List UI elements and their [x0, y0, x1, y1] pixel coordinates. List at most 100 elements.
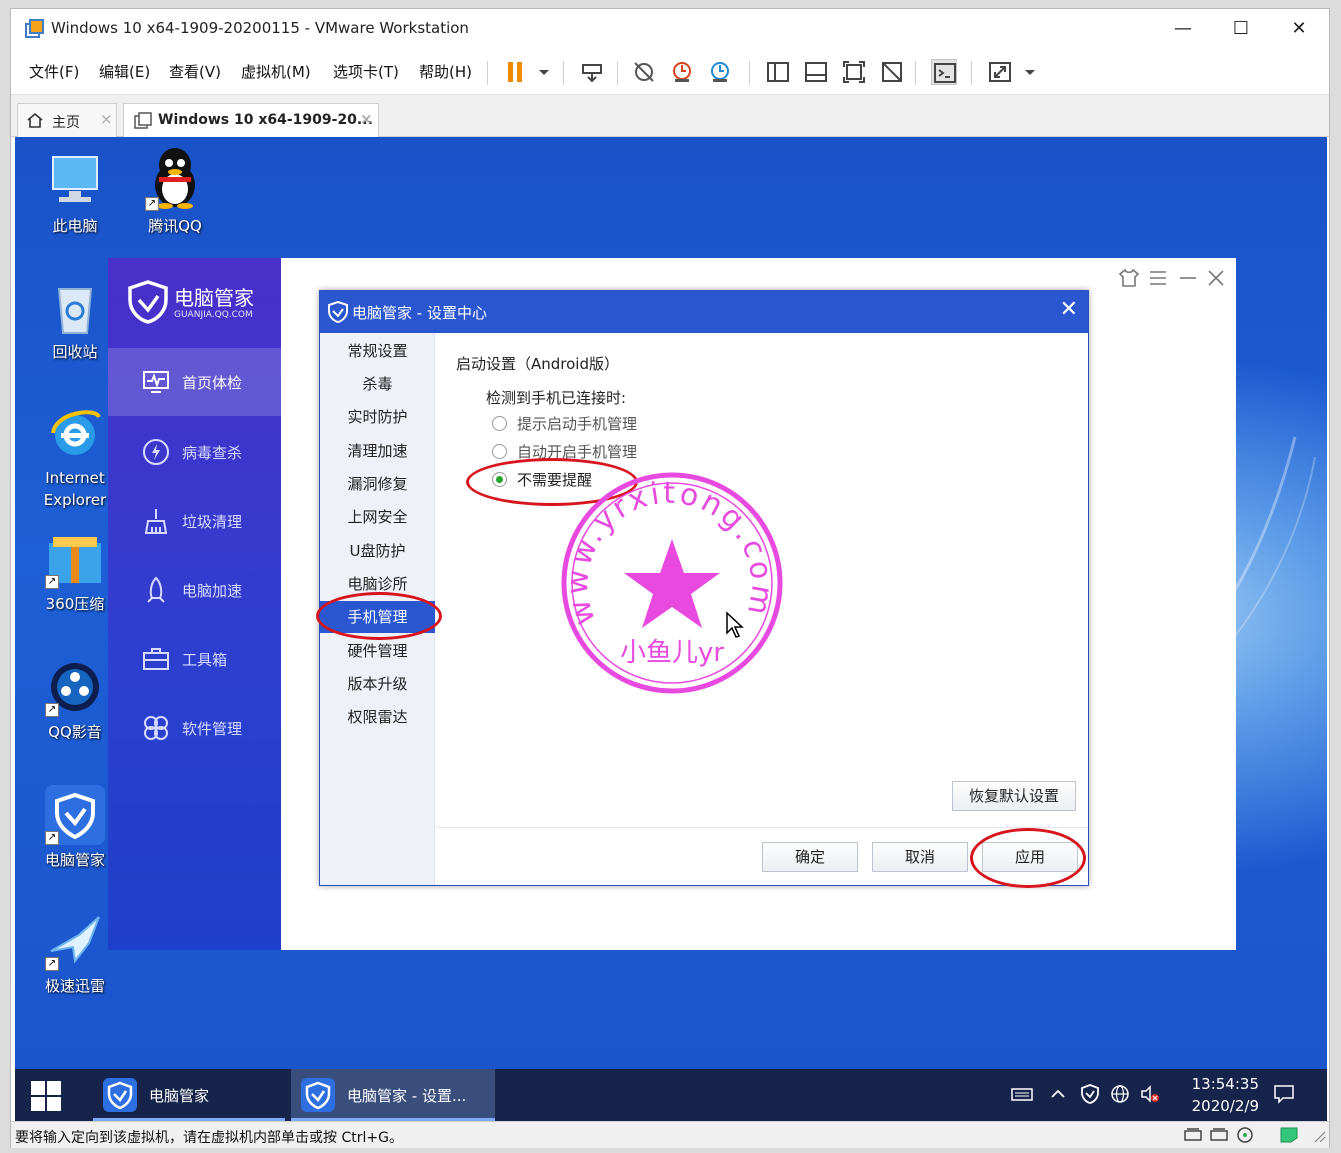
unity-off-icon[interactable]	[879, 59, 905, 85]
thumbnail-bar-icon[interactable]	[803, 59, 829, 85]
library-icon[interactable]	[765, 59, 791, 85]
menu-icon[interactable]	[1148, 268, 1168, 293]
volume-muted-icon[interactable]	[1139, 1083, 1161, 1105]
menu-tabs[interactable]: 选项卡(T)	[333, 61, 399, 82]
clock[interactable]: 13:54:35 2020/2/9	[1192, 1073, 1259, 1117]
minimize-button[interactable]: —	[1163, 15, 1203, 43]
radio-circle[interactable]	[492, 416, 507, 431]
dialog-nav-usb[interactable]: U盘防护	[320, 535, 435, 567]
full-screen-icon[interactable]	[841, 59, 867, 85]
skin-icon[interactable]	[1118, 268, 1140, 293]
vmware-icon	[25, 19, 45, 39]
snapshot-manager-icon[interactable]	[707, 59, 733, 85]
console-view-icon[interactable]	[931, 59, 957, 85]
menu-view[interactable]: 查看(V)	[169, 61, 221, 82]
pc-manager-logo: 电脑管家 GUANJIA.QQ.COM	[128, 280, 278, 330]
divider	[971, 61, 972, 85]
radio-label: 提示启动手机管理	[517, 415, 638, 433]
dialog-nav-realtime[interactable]: 实时防护	[320, 401, 435, 433]
shortcut-arrow-icon: ↗	[45, 703, 59, 717]
tab-close-icon[interactable]: ×	[100, 110, 113, 128]
dialog-title-bar: 电脑管家 - 设置中心 ✕	[320, 291, 1088, 333]
dialog-nav-web-security[interactable]: 上网安全	[320, 501, 435, 533]
hard-disk-icon[interactable]	[1209, 1126, 1229, 1144]
maximize-button[interactable]: ☐	[1221, 15, 1261, 43]
tab-home[interactable]: 主页 ×	[17, 103, 117, 137]
tab-vm[interactable]: Windows 10 x64-1909-20... ×	[123, 103, 379, 137]
menu-edit[interactable]: 编辑(E)	[99, 61, 150, 82]
status-bar: 要将输入定向到该虚拟机，请在虚拟机内部单击或按 Ctrl+G。	[11, 1121, 1329, 1148]
nav-software[interactable]: 软件管理	[108, 694, 281, 762]
close-icon[interactable]	[1206, 268, 1226, 293]
shortcut-arrow-icon: ↗	[45, 831, 59, 845]
resize-grip-icon[interactable]	[1307, 1126, 1327, 1144]
dialog-nav-patches[interactable]: 漏洞修复	[320, 468, 435, 500]
radio-prompt-launch[interactable]: 提示启动手机管理	[492, 413, 637, 434]
pc-manager-shield-icon	[301, 1078, 335, 1112]
pause-icon[interactable]	[503, 59, 529, 85]
notification-icon[interactable]	[1273, 1083, 1295, 1105]
snapshot-off-icon[interactable]	[631, 59, 657, 85]
divider	[563, 61, 564, 85]
tab-close-icon[interactable]: ×	[360, 110, 373, 128]
dialog-nav-cleanup[interactable]: 清理加速	[320, 435, 435, 467]
nav-speedup[interactable]: 电脑加速	[108, 556, 281, 624]
dialog-nav-permission[interactable]: 权限雷达	[320, 701, 435, 733]
keyboard-icon[interactable]	[1011, 1083, 1033, 1105]
network-globe-icon[interactable]	[1109, 1083, 1131, 1105]
desktop-icon-label: 腾讯QQ	[148, 217, 202, 235]
chevron-down-icon[interactable]	[1017, 59, 1043, 85]
stretch-icon[interactable]	[987, 59, 1013, 85]
section-subtitle: 检测到手机已连接时:	[486, 389, 627, 407]
chevron-up-icon[interactable]	[1047, 1083, 1069, 1105]
cd-drive-icon[interactable]	[1235, 1126, 1255, 1144]
hard-disk-icon[interactable]	[1183, 1126, 1203, 1144]
pc-manager-shield-icon	[103, 1078, 137, 1112]
nav-virus-scan[interactable]: 病毒查杀	[108, 418, 281, 486]
shield-tray-icon[interactable]	[1079, 1083, 1101, 1105]
footer-divider	[436, 827, 1088, 828]
dialog-nav-antivirus[interactable]: 杀毒	[320, 368, 435, 400]
radio-circle[interactable]	[492, 444, 507, 459]
dialog-nav-upgrade[interactable]: 版本升级	[320, 668, 435, 700]
snapshot-revert-icon[interactable]	[669, 59, 695, 85]
menu-file[interactable]: 文件(F)	[29, 61, 79, 82]
thunder-bird-icon: ↗	[45, 911, 105, 971]
desktop-icon-qq[interactable]: ↗ 腾讯QQ	[125, 145, 225, 237]
cancel-button[interactable]: 取消	[872, 842, 968, 872]
minimize-icon[interactable]	[1178, 268, 1198, 293]
menu-vm[interactable]: 虚拟机(M)	[241, 61, 311, 82]
send-ctrl-alt-del-icon[interactable]	[579, 59, 605, 85]
qq-penguin-icon: ↗	[145, 145, 205, 211]
chevron-down-icon[interactable]	[531, 59, 557, 85]
shortcut-arrow-icon: ↗	[145, 197, 159, 211]
ok-button[interactable]: 确定	[762, 842, 858, 872]
nav-cleanup[interactable]: 垃圾清理	[108, 487, 281, 555]
windows-start-icon[interactable]	[31, 1081, 61, 1115]
divider	[749, 61, 750, 85]
nav-label: 首页体检	[182, 374, 243, 392]
dialog-nav-general[interactable]: 常规设置	[320, 335, 435, 367]
message-log-icon[interactable]	[1279, 1126, 1299, 1144]
guest-desktop[interactable]: 此电脑 ↗ 腾讯QQ 回收站 Internet Explorer ↗ 360压缩…	[15, 137, 1327, 1069]
shield-icon	[328, 300, 348, 324]
restore-defaults-button[interactable]: 恢复默认设置	[952, 781, 1076, 811]
nav-checkup[interactable]: 首页体检	[108, 348, 281, 416]
rocket-icon	[142, 576, 170, 604]
tab-bar: 主页 × Windows 10 x64-1909-20... ×	[11, 95, 1329, 137]
dialog-close-button[interactable]: ✕	[1060, 297, 1078, 322]
nav-toolbox[interactable]: 工具箱	[108, 625, 281, 693]
nav-label: 病毒查杀	[182, 444, 243, 462]
close-button[interactable]: ✕	[1279, 15, 1319, 43]
menu-help[interactable]: 帮助(H)	[419, 61, 472, 82]
taskbar-item-settings[interactable]: 电脑管家 - 设置...	[291, 1069, 495, 1121]
tab-label: Windows 10 x64-1909-20...	[158, 112, 373, 128]
clock-date: 2020/2/9	[1191, 1097, 1259, 1115]
taskbar-item-pcmanager[interactable]: 电脑管家	[93, 1069, 285, 1121]
divider	[487, 61, 488, 85]
logo-subtitle: GUANJIA.QQ.COM	[174, 310, 253, 320]
desktop-icon-this-pc[interactable]: 此电脑	[25, 151, 125, 237]
nav-label: 电脑加速	[182, 582, 243, 600]
clock-time: 13:54:35	[1191, 1075, 1259, 1093]
status-message: 要将输入定向到该虚拟机，请在虚拟机内部单击或按 Ctrl+G。	[15, 1130, 403, 1146]
